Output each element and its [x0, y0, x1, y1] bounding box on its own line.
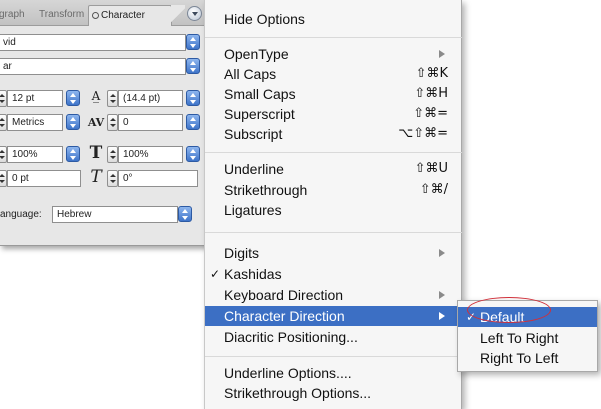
menu-item-label: Underline Options.... — [224, 365, 352, 381]
tab-paragraph[interactable]: graph — [0, 5, 28, 26]
tracking-stepper[interactable] — [107, 114, 118, 131]
submenu-item-label: Left To Right — [480, 330, 559, 346]
leading-icon: A̲ — [91, 89, 101, 103]
menu-item-opentype[interactable]: OpenType — [205, 44, 462, 64]
horizontal-scale-field[interactable]: 100% — [118, 146, 183, 163]
checkmark-icon: ✓ — [466, 310, 477, 324]
skew-stepper[interactable] — [107, 170, 118, 187]
vertical-scale-stepper[interactable] — [0, 146, 7, 163]
menu-item-label: Small Caps — [224, 86, 296, 102]
submenu-arrow-icon — [439, 249, 445, 257]
font-style-dropdown-icon[interactable] — [186, 58, 200, 74]
menu-item-strikethrough[interactable]: Strikethrough ⇧⌘/ — [205, 180, 462, 200]
checkmark-icon: ✓ — [210, 267, 221, 281]
tab-transform[interactable]: Transform — [36, 5, 87, 26]
tracking-dropdown-icon[interactable] — [186, 114, 200, 130]
skew-icon: T — [90, 167, 102, 187]
menu-item-label: Strikethrough Options... — [224, 385, 372, 401]
kerning-dropdown-icon[interactable] — [66, 114, 80, 130]
tab-toggle-icon — [92, 12, 99, 19]
menu-item-label: Subscript — [224, 126, 283, 142]
menu-item-shortcut: ⌥⇧⌘= — [398, 126, 448, 141]
menu-item-kashidas[interactable]: ✓ Kashidas — [205, 264, 462, 284]
skew-field[interactable]: 0° — [118, 170, 198, 187]
font-size-field[interactable]: 12 pt — [7, 90, 63, 107]
menu-item-label: OpenType — [224, 46, 289, 62]
size-stepper[interactable] — [0, 90, 7, 107]
submenu-item-right-to-left[interactable]: Right To Left — [458, 348, 597, 368]
kerning-stepper[interactable] — [0, 114, 7, 131]
font-family-field[interactable]: vid — [0, 34, 186, 51]
horizontal-scale-icon: T — [89, 143, 103, 163]
menu-item-label: Kashidas — [224, 266, 282, 282]
menu-item-underline-options[interactable]: Underline Options.... — [205, 363, 462, 383]
submenu-item-label: Right To Left — [480, 350, 559, 366]
menu-item-underline[interactable]: Underline ⇧⌘U — [205, 159, 462, 179]
menu-item-label: Superscript — [224, 106, 295, 122]
menu-item-digits[interactable]: Digits — [205, 243, 462, 263]
panel-menu-icon[interactable] — [187, 6, 202, 21]
menu-item-label: Digits — [224, 245, 260, 261]
character-direction-submenu: ✓ Default Left To Right Right To Left — [457, 300, 598, 372]
menu-item-all-caps[interactable]: All Caps ⇧⌘K — [205, 64, 462, 84]
menu-separator — [205, 356, 462, 357]
menu-item-keyboard-direction[interactable]: Keyboard Direction — [205, 285, 462, 305]
tab-character[interactable]: Character — [88, 5, 172, 26]
tab-divider — [171, 5, 185, 26]
menu-separator — [205, 232, 462, 233]
menu-item-small-caps[interactable]: Small Caps ⇧⌘H — [205, 84, 462, 104]
horizontal-scale-stepper[interactable] — [107, 146, 118, 163]
baseline-stepper[interactable] — [0, 170, 7, 187]
menu-item-strikethrough-options[interactable]: Strikethrough Options... — [205, 383, 462, 403]
menu-item-ligatures[interactable]: Ligatures — [205, 200, 462, 220]
menu-separator — [205, 37, 462, 38]
menu-item-shortcut: ⇧⌘K — [415, 66, 448, 81]
submenu-arrow-icon — [439, 312, 445, 320]
menu-separator — [205, 152, 462, 153]
menu-item-shortcut: ⇧⌘H — [414, 86, 448, 101]
leading-dropdown-icon[interactable] — [186, 90, 200, 106]
submenu-arrow-icon — [439, 50, 445, 58]
language-field[interactable]: Hebrew — [52, 206, 178, 223]
menu-item-label: Underline — [224, 161, 284, 177]
vertical-scale-field[interactable]: 100% — [7, 146, 63, 163]
font-family-dropdown-icon[interactable] — [186, 34, 200, 50]
menu-item-label: All Caps — [224, 66, 277, 82]
menu-item-diacritic-positioning[interactable]: Diacritic Positioning... — [205, 327, 462, 347]
menu-item-shortcut: ⇧⌘= — [413, 106, 448, 121]
leading-stepper[interactable] — [107, 90, 118, 107]
tracking-field[interactable]: 0 — [118, 114, 183, 131]
language-label: anguage: — [0, 209, 42, 220]
menu-item-label: Hide Options — [224, 11, 305, 27]
language-dropdown-icon[interactable] — [178, 206, 192, 222]
panel-options-menu: Hide Options OpenType All Caps ⇧⌘K Small… — [204, 0, 462, 409]
menu-item-label: Diacritic Positioning... — [224, 329, 358, 345]
panel-tab-bar: graph Transform Character — [0, 0, 207, 26]
horizontal-scale-dropdown-icon[interactable] — [186, 146, 200, 162]
menu-item-character-direction[interactable]: Character Direction — [205, 306, 462, 326]
menu-item-label: Strikethrough — [224, 182, 308, 198]
font-style-field[interactable]: ar — [0, 58, 186, 75]
menu-item-label: Character Direction — [224, 308, 345, 324]
submenu-item-default[interactable]: ✓ Default — [458, 307, 597, 327]
menu-item-shortcut: ⇧⌘/ — [419, 182, 448, 197]
menu-item-label: Ligatures — [224, 202, 282, 218]
tracking-icon: AV — [87, 116, 105, 129]
submenu-item-label: Default — [480, 309, 525, 325]
kerning-field[interactable]: Metrics — [7, 114, 63, 131]
character-panel: graph Transform Character vid ar 12 pt A… — [0, 0, 208, 246]
menu-item-superscript[interactable]: Superscript ⇧⌘= — [205, 104, 462, 124]
menu-item-subscript[interactable]: Subscript ⌥⇧⌘= — [205, 124, 462, 144]
font-size-dropdown-icon[interactable] — [66, 90, 80, 106]
menu-item-shortcut: ⇧⌘U — [414, 161, 448, 176]
submenu-arrow-icon — [439, 291, 445, 299]
menu-item-label: Keyboard Direction — [224, 287, 344, 303]
leading-field[interactable]: (14.4 pt) — [118, 90, 183, 107]
menu-item-hide-options[interactable]: Hide Options — [205, 9, 462, 29]
tab-character-label: Character — [101, 10, 145, 21]
baseline-shift-field[interactable]: 0 pt — [7, 170, 81, 187]
submenu-item-left-to-right[interactable]: Left To Right — [458, 328, 597, 348]
vertical-scale-dropdown-icon[interactable] — [66, 146, 80, 162]
